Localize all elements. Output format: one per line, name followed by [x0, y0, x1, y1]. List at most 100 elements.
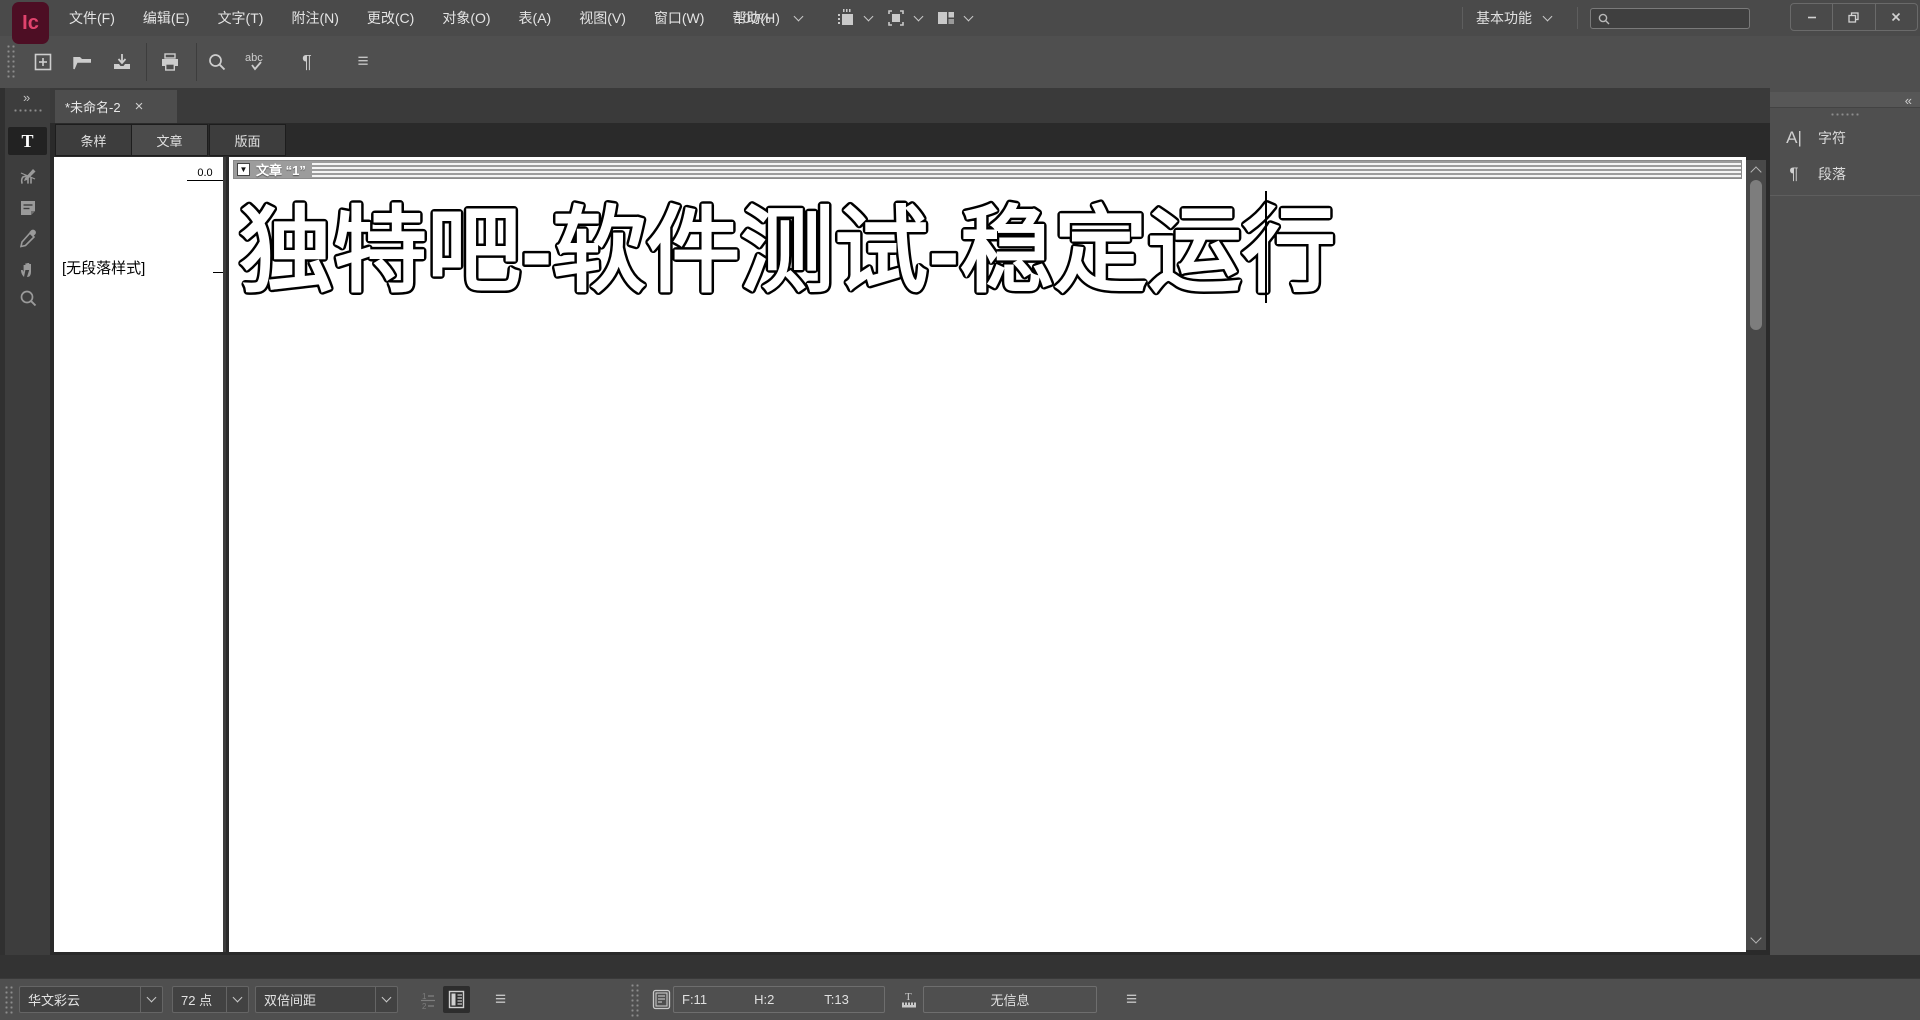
info-text: 无信息: [990, 993, 1030, 1008]
hidden-count: H:2: [754, 992, 775, 1007]
chevron-down-icon: [146, 992, 157, 1003]
type-tool[interactable]: T: [8, 127, 47, 155]
tools-panel-grip[interactable]: [13, 108, 43, 113]
statusbar-grip[interactable]: [4, 985, 13, 1015]
menu-view[interactable]: 视图(V): [565, 0, 640, 36]
line-spacing-select[interactable]: 双倍间距: [255, 986, 398, 1013]
chevron-down-icon: [381, 992, 392, 1003]
svg-text:2: 2: [422, 1002, 427, 1010]
menu-icon: ≡: [1125, 988, 1138, 1010]
menu-changes[interactable]: 更改(C): [353, 0, 428, 36]
spell-check-button[interactable]: abc: [240, 36, 274, 88]
hand-tool[interactable]: [8, 255, 47, 283]
font-size-value: 72 点: [181, 993, 213, 1008]
collapse-story-button[interactable]: ▼: [237, 163, 250, 176]
search-icon: [1598, 13, 1610, 24]
menu-window[interactable]: 窗口(W): [640, 0, 719, 36]
document-tab[interactable]: *未命名-2 ×: [55, 90, 177, 123]
track-changes-icon: [20, 169, 35, 184]
search-input[interactable]: [1590, 8, 1750, 29]
open-button[interactable]: [66, 36, 100, 88]
panel-dock: « A| 字符 ¶ 段落: [1770, 88, 1920, 955]
close-icon: [1892, 12, 1901, 22]
tab-story-label: 文章: [156, 133, 183, 149]
close-button[interactable]: [1876, 4, 1917, 30]
workspace-name: 基本功能: [1476, 10, 1532, 26]
tab-layout[interactable]: 版面: [209, 124, 286, 156]
view-options-dropdown[interactable]: [835, 0, 874, 36]
menu-file[interactable]: 文件(F): [55, 0, 129, 36]
screen-mode-dropdown[interactable]: [935, 0, 974, 36]
main-area: » T *未命名-2 × 条样 文章 版面 0.0 [无段落样式] ▼ 文章 “…: [0, 88, 1920, 955]
chevron-down-icon: [863, 11, 874, 21]
story-editor: 0.0 [无段落样式] ▼ 文章 “1” 独特吧-软件测试-稳定运行: [50, 157, 1770, 955]
panel-tab-paragraph[interactable]: ¶ 段落: [1784, 160, 1846, 188]
restore-button[interactable]: [1833, 4, 1876, 30]
incopy-logo: Ic: [12, 2, 49, 44]
zoom-tool[interactable]: [8, 284, 47, 312]
text-depth-button[interactable]: T: [897, 986, 921, 1013]
find-button[interactable]: [200, 36, 234, 88]
dropdown-arrow[interactable]: [226, 987, 248, 1012]
panel-grip[interactable]: [1830, 112, 1860, 117]
count-scope-button[interactable]: [648, 986, 675, 1013]
dropdown-arrow[interactable]: [375, 987, 397, 1012]
menu-type[interactable]: 文字(T): [204, 0, 278, 36]
line-numbers-toggle[interactable]: 1 2: [414, 986, 441, 1013]
zoom-level-dropdown[interactable]: 100%: [735, 0, 804, 36]
save-content-button[interactable]: [105, 36, 139, 88]
story-text[interactable]: 独特吧-软件测试-稳定运行: [237, 196, 1338, 306]
workspace-switcher[interactable]: 基本功能: [1476, 0, 1553, 36]
minimize-button[interactable]: [1791, 4, 1834, 30]
note-tool[interactable]: [8, 194, 47, 222]
story-header-bar: ▼ 文章 “1”: [233, 160, 1742, 179]
tab-story[interactable]: 文章: [131, 124, 208, 156]
story-title: 文章 “1”: [256, 163, 306, 178]
story-text-area[interactable]: ▼ 文章 “1” 独特吧-软件测试-稳定运行: [229, 157, 1746, 952]
font-size-select[interactable]: 72 点: [172, 986, 249, 1013]
toolbar-menu-button[interactable]: ≡: [346, 36, 380, 88]
dropdown-arrow[interactable]: [140, 987, 162, 1012]
menu-edit[interactable]: 编辑(E): [129, 0, 204, 36]
spell-check-icon: abc: [245, 52, 263, 71]
view-options-icon: [838, 9, 853, 25]
divider: [1770, 195, 1920, 196]
toolbar-grip[interactable]: [6, 44, 15, 80]
font-family-select[interactable]: 华文彩云: [19, 986, 163, 1013]
vertical-scrollbar[interactable]: [1746, 160, 1766, 950]
page-count-icon: [652, 989, 671, 1010]
scroll-down-icon[interactable]: [1750, 932, 1762, 944]
menu-notes[interactable]: 附注(N): [277, 0, 352, 36]
note-icon: [20, 201, 35, 215]
galley-info-toggle[interactable]: [443, 986, 470, 1013]
collapse-panels-icon[interactable]: «: [1905, 94, 1912, 107]
scroll-up-icon[interactable]: [1750, 166, 1762, 178]
statusbar-grip[interactable]: [630, 983, 639, 1017]
frame-edges-dropdown[interactable]: [885, 0, 924, 36]
depth-indicator: 0.0: [187, 167, 223, 181]
menu-table[interactable]: 表(A): [505, 0, 566, 36]
print-button[interactable]: [153, 36, 187, 88]
story-arrow-icon: ▼: [239, 165, 248, 174]
scrollbar-thumb[interactable]: [1750, 180, 1762, 330]
font-family-value: 华文彩云: [28, 993, 81, 1008]
eyedropper-tool[interactable]: [8, 225, 47, 253]
divider: [1577, 7, 1578, 29]
close-tab-icon[interactable]: ×: [135, 98, 144, 115]
appearance-menu-button[interactable]: ≡: [487, 986, 514, 1013]
info-menu-button[interactable]: ≡: [1118, 986, 1145, 1013]
open-folder-icon: [73, 57, 91, 70]
expand-panel-icon[interactable]: »: [23, 90, 30, 105]
svg-text:T: T: [905, 991, 912, 1003]
panel-tab-character[interactable]: A| 字符: [1784, 124, 1846, 152]
paragraph-style-label[interactable]: [无段落样式]: [62, 257, 145, 278]
menu-bar: Ic 文件(F) 编辑(E) 文字(T) 附注(N) 更改(C) 对象(O) 表…: [0, 0, 1920, 44]
view-tabs: 条样 文章 版面: [50, 123, 1770, 157]
pilcrow-icon: ¶: [302, 51, 312, 72]
track-changes-tool[interactable]: [8, 162, 47, 190]
tab-galley[interactable]: 条样: [55, 124, 132, 156]
line-numbers-icon: 1 2: [420, 992, 435, 1010]
menu-object[interactable]: 对象(O): [428, 0, 504, 36]
story-header-label-seg: ▼ 文章 “1”: [234, 161, 312, 178]
show-hidden-characters-button[interactable]: ¶: [290, 36, 324, 88]
